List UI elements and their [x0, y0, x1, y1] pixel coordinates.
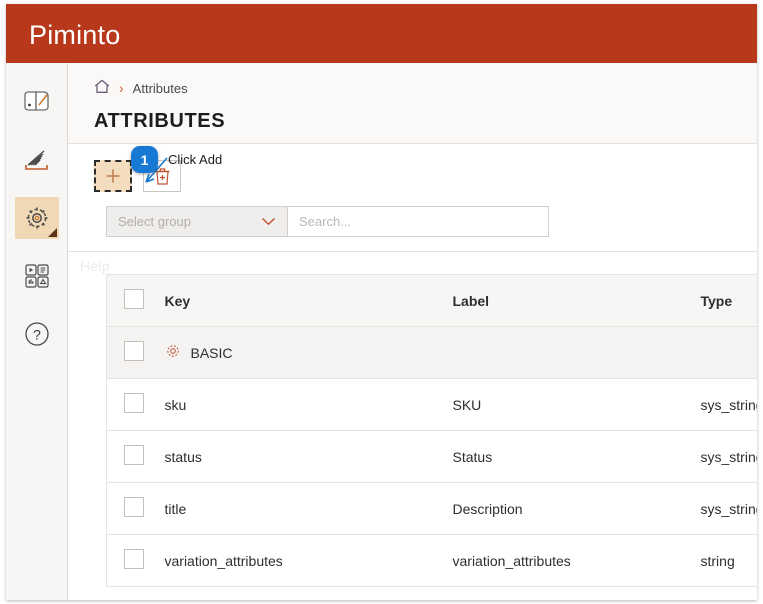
row-checkbox[interactable] [124, 445, 144, 465]
column-header-type[interactable]: Type [700, 274, 757, 327]
group-label: BASIC [190, 344, 233, 361]
select-all-header [106, 274, 165, 327]
column-header-label[interactable]: Label [452, 274, 701, 327]
plus-icon [106, 169, 120, 183]
table-row[interactable]: sku SKU sys_string [106, 378, 757, 431]
sidebar-item-help[interactable]: ? [15, 313, 59, 355]
cell-key: variation_attributes [164, 534, 453, 587]
row-checkbox[interactable] [124, 393, 144, 413]
breadcrumb: › Attributes [94, 79, 757, 97]
search-placeholder: Search... [299, 214, 352, 229]
column-header-key[interactable]: Key [164, 274, 453, 327]
table-row[interactable]: status Status sys_string [106, 430, 757, 483]
cell-label: variation_attributes [452, 534, 701, 587]
table-header-row: Key Label Type [106, 274, 757, 327]
callout-step-badge: 1 [131, 146, 158, 173]
sidebar-item-data[interactable] [15, 139, 59, 181]
select-all-checkbox[interactable] [124, 289, 144, 309]
callout-text: Click Add [168, 152, 223, 167]
table-body: BASIC sku SKU sys_string stat [106, 326, 757, 587]
cell-label: Status [452, 430, 701, 483]
cell-type: sys_string [700, 378, 757, 431]
cell-type: sys_string [700, 430, 757, 483]
app-window: Piminto ? › Attributes ATTRIBUTES Select… [6, 4, 757, 600]
search-input[interactable]: Search... [288, 206, 549, 237]
svg-text:?: ? [33, 327, 41, 343]
attributes-table-area: Help Key Label Type BASIC sku SKU sys_st… [68, 252, 757, 600]
help-question-icon: ? [23, 320, 51, 348]
cell-label: SKU [452, 378, 701, 431]
table-row[interactable]: variation_attributes variation_attribute… [106, 534, 757, 587]
sidebar-item-catalog[interactable] [15, 81, 59, 123]
sidebar-item-settings[interactable] [14, 197, 59, 239]
sidebar-item-assets[interactable] [15, 255, 59, 297]
sidebar: ? [6, 63, 68, 600]
cell-key: title [164, 482, 453, 535]
filter-row: Select group Search... [106, 206, 549, 237]
brand-title: Piminto [29, 20, 121, 50]
breadcrumb-header: › Attributes ATTRIBUTES [68, 63, 757, 144]
table-group-row[interactable]: BASIC [106, 326, 757, 379]
breadcrumb-separator: › [119, 80, 124, 96]
row-checkbox[interactable] [124, 497, 144, 517]
attributes-table: Key Label Type BASIC sku SKU sys_strin s… [106, 274, 757, 587]
row-checkbox[interactable] [124, 549, 144, 569]
brand-bar: Piminto [6, 4, 757, 63]
chevron-down-icon [261, 214, 276, 229]
breadcrumb-current[interactable]: Attributes [133, 81, 188, 96]
help-label: Help [80, 258, 110, 274]
home-icon[interactable] [94, 79, 110, 97]
content-area: › Attributes ATTRIBUTES Select group Sea… [68, 63, 757, 600]
settings-gear-icon [23, 204, 51, 232]
row-checkbox[interactable] [124, 341, 144, 361]
toolbar-panel: Select group Search... 1 Click Add [68, 144, 757, 252]
table-row[interactable]: title Description sys_string [106, 482, 757, 535]
data-fan-icon [22, 147, 52, 173]
body-split: ? › Attributes ATTRIBUTES Select group S… [6, 63, 757, 600]
catalog-book-icon [22, 89, 52, 115]
cell-type: sys_string [700, 482, 757, 535]
cell-label: Description [452, 482, 701, 535]
page-title: ATTRIBUTES [94, 110, 226, 132]
add-attribute-button[interactable] [94, 160, 132, 192]
assets-grid-icon [23, 262, 51, 290]
cell-key: sku [164, 378, 453, 431]
cell-key: status [164, 430, 453, 483]
gear-icon [165, 343, 181, 362]
select-group-dropdown[interactable]: Select group [106, 206, 288, 237]
cell-type: string [700, 534, 757, 587]
select-group-value: Select group [118, 214, 191, 229]
